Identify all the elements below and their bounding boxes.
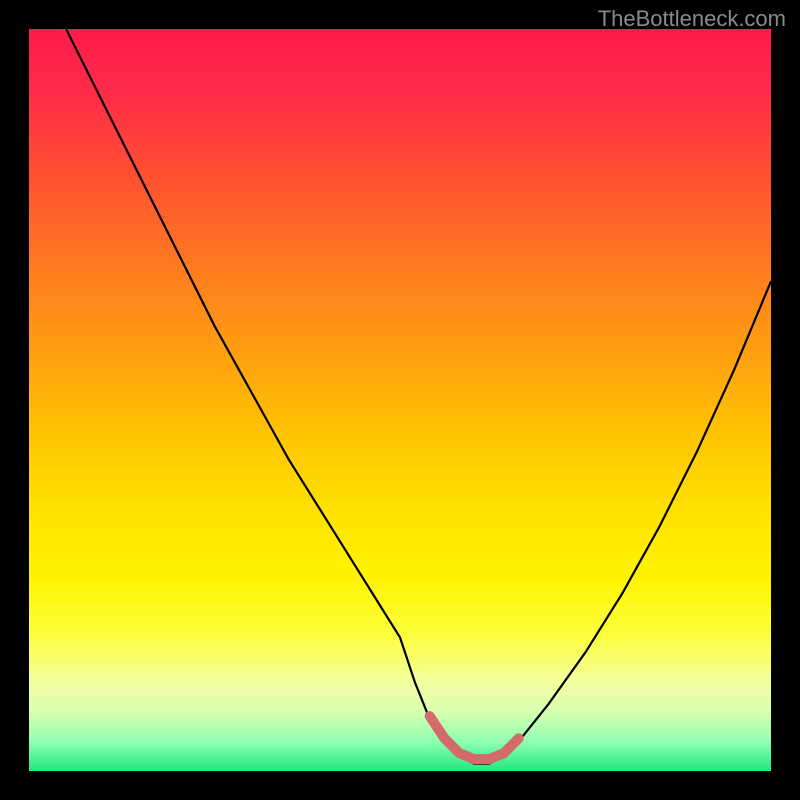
chart-curve-svg (29, 29, 771, 771)
optimal-region-marker (430, 716, 519, 759)
watermark-text: TheBottleneck.com (598, 6, 786, 32)
chart-plot-area (29, 29, 771, 771)
bottleneck-curve-line (66, 29, 771, 764)
